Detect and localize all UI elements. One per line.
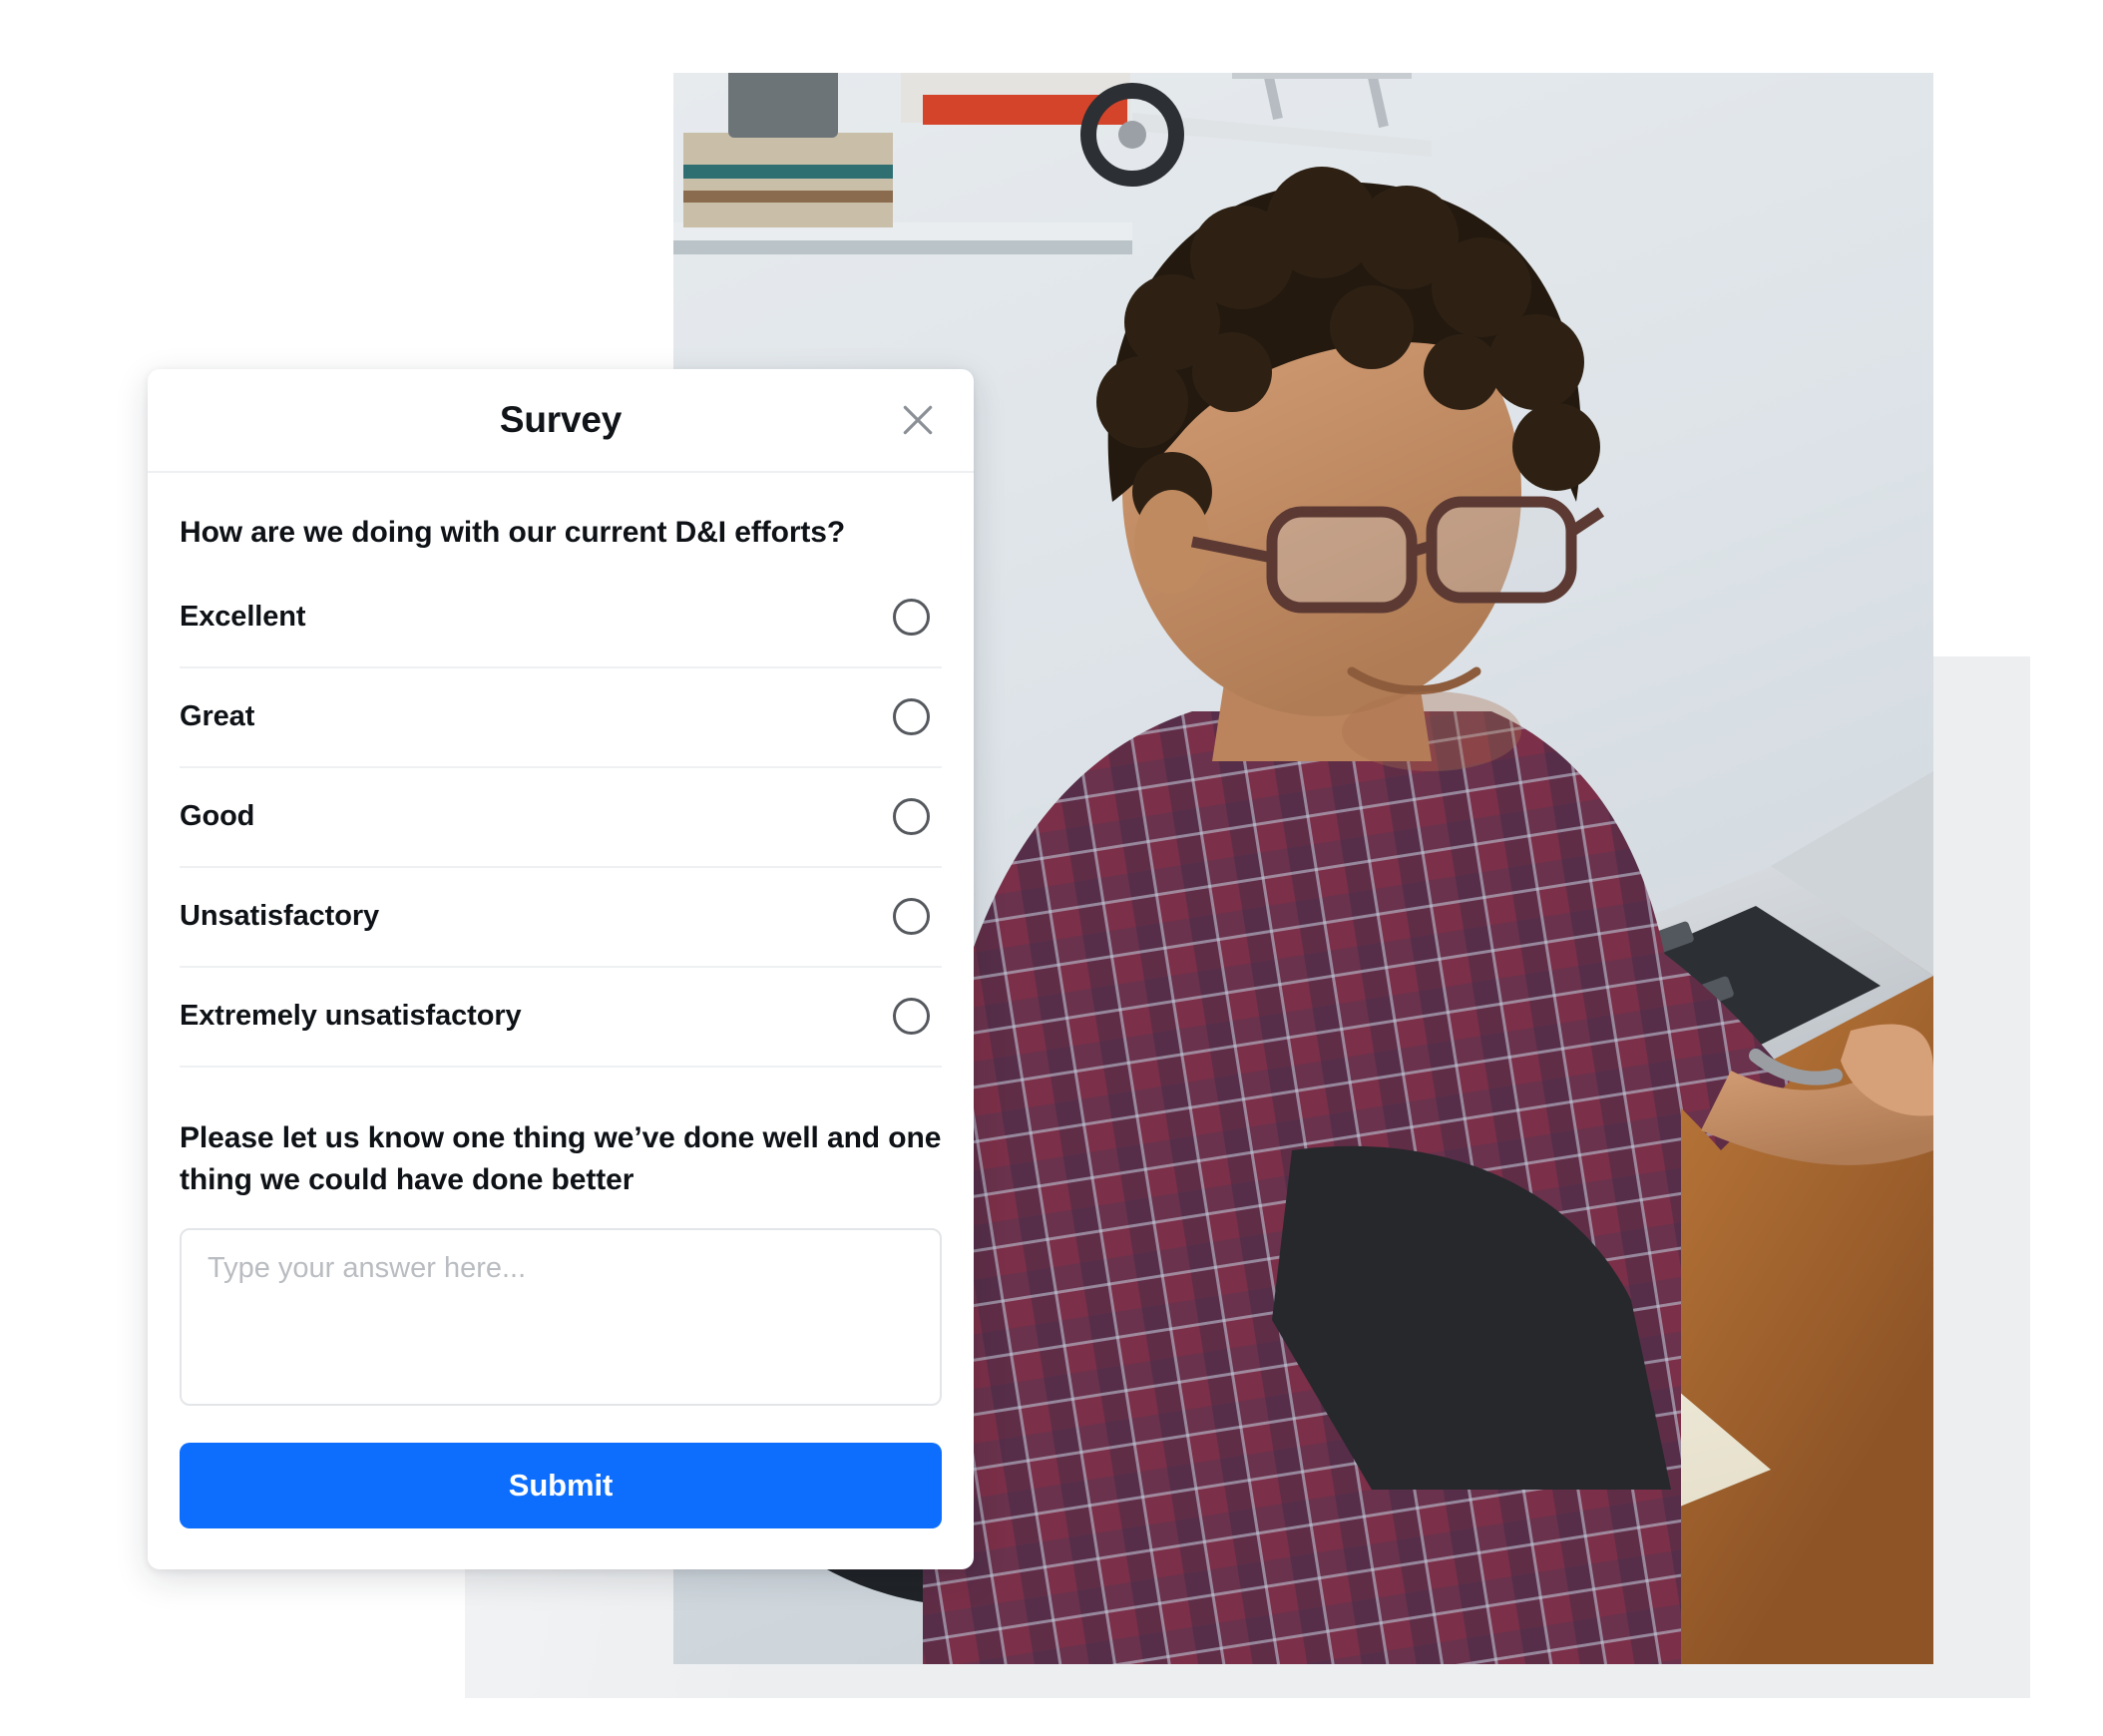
option-row-good[interactable]: Good xyxy=(180,768,942,868)
rating-question-label: How are we doing with our current D&I ef… xyxy=(180,516,846,549)
radio-excellent[interactable] xyxy=(893,599,930,637)
radio-unsatisfactory[interactable] xyxy=(893,898,930,936)
survey-card-body: How are we doing with our current D&I ef… xyxy=(148,513,974,1528)
option-row-excellent[interactable]: Excellent xyxy=(180,569,942,668)
radio-extremely-unsatisfactory[interactable] xyxy=(893,998,930,1036)
close-icon xyxy=(903,405,933,435)
answer-input[interactable] xyxy=(180,1227,942,1406)
screen-root: Survey How are we doing with our current… xyxy=(0,0,2103,1736)
option-label: Excellent xyxy=(180,601,306,634)
radio-good[interactable] xyxy=(893,798,930,836)
option-label: Unsatisfactory xyxy=(180,900,380,933)
rating-options-list: Excellent Great Good Unsatisfactory Extr xyxy=(180,569,942,1068)
option-label: Good xyxy=(180,800,255,833)
option-label: Extremely unsatisfactory xyxy=(180,1000,522,1033)
survey-card: Survey How are we doing with our current… xyxy=(148,369,974,1569)
survey-card-header: Survey xyxy=(148,369,974,473)
option-row-extremely-unsatisfactory[interactable]: Extremely unsatisfactory xyxy=(180,968,942,1068)
page-title: Survey xyxy=(499,399,623,440)
submit-button[interactable]: Submit xyxy=(180,1442,942,1528)
option-row-unsatisfactory[interactable]: Unsatisfactory xyxy=(180,868,942,968)
free-text-question-label: Please let us know one thing we’ve done … xyxy=(180,1120,942,1197)
option-label: Great xyxy=(180,700,255,733)
close-button[interactable] xyxy=(890,392,946,448)
option-row-great[interactable]: Great xyxy=(180,668,942,768)
radio-great[interactable] xyxy=(893,698,930,736)
